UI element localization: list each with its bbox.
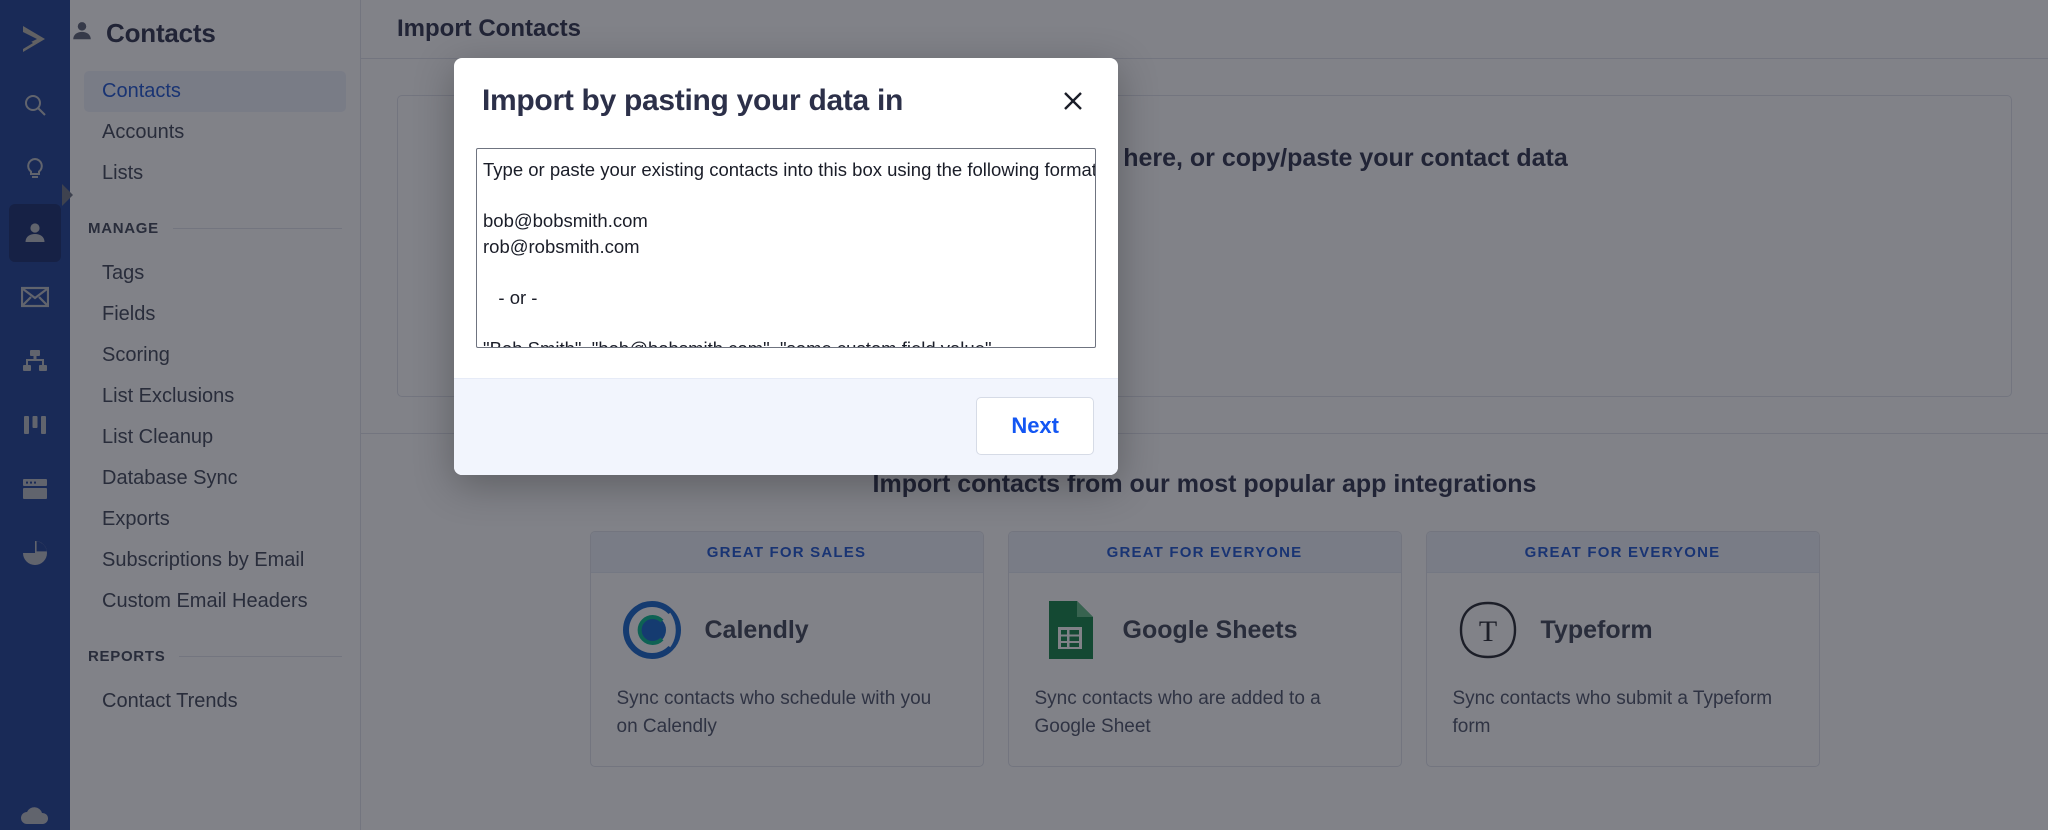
modal-body — [454, 124, 1118, 378]
paste-contacts-textarea[interactable] — [476, 148, 1096, 348]
import-paste-modal: Import by pasting your data in Next — [454, 58, 1118, 475]
close-icon[interactable] — [1056, 84, 1090, 118]
modal-header: Import by pasting your data in — [454, 58, 1118, 124]
modal-title: Import by pasting your data in — [482, 84, 904, 117]
modal-footer: Next — [454, 378, 1118, 475]
app-root: Contacts Contacts Accounts Lists MANAGE … — [0, 0, 2048, 830]
next-button[interactable]: Next — [976, 397, 1094, 455]
